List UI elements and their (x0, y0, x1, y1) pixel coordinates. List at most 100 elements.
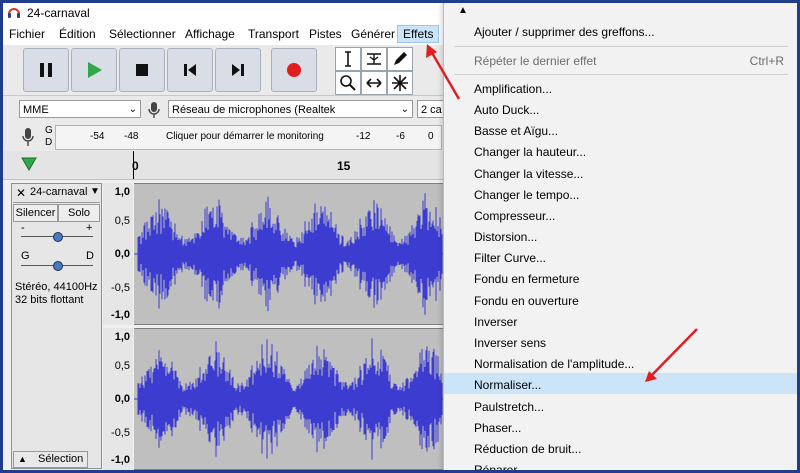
track-format-line1: Stéréo, 44100Hz (15, 281, 98, 293)
menu-item-repair[interactable]: Réparer (474, 463, 517, 470)
menu-generer[interactable]: Générer (351, 27, 395, 41)
scroll-up-arrow-icon[interactable]: ▲ (458, 5, 468, 16)
menu-separator (454, 46, 788, 47)
skip-start-icon (184, 64, 196, 76)
meter-tick: 0 (428, 131, 434, 142)
menu-item-compressor[interactable]: Compresseur... (474, 209, 555, 223)
pan-left-label: G (21, 250, 30, 262)
menu-bar: Fichier Édition Sélectionner Affichage T… (3, 23, 443, 45)
waveform-path (137, 338, 443, 460)
menu-transport[interactable]: Transport (248, 27, 299, 41)
scale-label: 1,0 (114, 186, 130, 198)
timeline-ruler[interactable]: 0 15 (3, 151, 443, 180)
app-window: 24-carnaval Fichier Édition Sélectionner… (0, 0, 800, 473)
recording-device-select[interactable]: Réseau de microphones (Realtek ⌄ (168, 100, 413, 118)
menu-item-change-pitch[interactable]: Changer la hauteur... (474, 145, 586, 159)
menu-item-auto-duck[interactable]: Auto Duck... (474, 103, 539, 117)
menu-item-amplification[interactable]: Amplification... (474, 82, 552, 96)
menu-effets[interactable]: Effets (397, 25, 440, 43)
amplitude-scale-right-channel[interactable]: 1,0 0,5 0,0 -0,5 -1,0 (103, 328, 133, 470)
scale-label: -1,0 (111, 309, 130, 321)
envelope-tool[interactable] (361, 47, 387, 71)
track-header: ✕ 24-carnaval ▼ (13, 185, 100, 203)
menu-item-invert[interactable]: Inverser (474, 315, 517, 329)
stop-button[interactable] (119, 48, 165, 92)
menu-item-change-tempo[interactable]: Changer le tempo... (474, 188, 579, 202)
meter-right-label: D (45, 137, 53, 148)
menu-item-loudness-normalization[interactable]: Normalisation de l'amplitude... (474, 357, 634, 371)
amplitude-scale-left-channel[interactable]: 1,0 0,5 0,0 -0,5 -1,0 (103, 183, 133, 325)
effects-dropdown-menu: ▲ Ajouter / supprimer des greffons... Ré… (443, 3, 797, 470)
recording-device-value: Réseau de microphones (Realtek (172, 104, 336, 116)
menu-edition[interactable]: Édition (59, 27, 96, 41)
scale-label: 0,5 (114, 215, 130, 227)
skip-end-button[interactable] (215, 48, 261, 92)
menu-item-fade-out[interactable]: Fondu en fermeture (474, 272, 579, 286)
track-format-line2: 32 bits flottant (15, 294, 84, 306)
ruler-tick: 15 (337, 159, 351, 173)
channels-value: 2 ca (421, 104, 442, 116)
track-control-panel: ✕ 24-carnaval ▼ Silencer Solo - + G D St… (11, 183, 102, 469)
collapse-arrow-icon: ▲ (18, 454, 27, 464)
menu-pistes[interactable]: Pistes (309, 27, 342, 41)
close-track-icon[interactable]: ✕ (16, 186, 26, 200)
meter-tick: -54 (90, 131, 105, 142)
double-arrow-icon (366, 78, 382, 88)
microphone-meter-icon (22, 128, 34, 146)
pause-button[interactable] (23, 48, 69, 92)
chevron-down-icon: ⌄ (400, 104, 409, 115)
i-beam-icon (345, 51, 351, 67)
selection-tool[interactable] (335, 47, 361, 71)
pan-slider[interactable] (53, 261, 63, 271)
menu-item-reverse[interactable]: Inverser sens (474, 336, 546, 350)
menu-item-bass-treble[interactable]: Basse et Aïgu... (474, 124, 558, 138)
record-button[interactable] (271, 48, 317, 92)
audio-host-select[interactable]: MME ⌄ (19, 100, 141, 118)
ruler-tick: 0 (132, 159, 139, 173)
draw-tool[interactable] (387, 47, 413, 71)
waveform-left-channel[interactable] (134, 183, 443, 325)
track-menu-arrow-icon[interactable]: ▼ (90, 186, 100, 197)
menu-item-change-speed[interactable]: Changer la vitesse... (474, 167, 583, 181)
skip-start-button[interactable] (167, 48, 213, 92)
play-button[interactable] (71, 48, 117, 92)
scale-label: -0,5 (111, 427, 130, 439)
menu-affichage[interactable]: Affichage (185, 27, 235, 41)
scale-label: 1,0 (114, 331, 130, 343)
gain-minus-label: - (21, 222, 25, 234)
recording-meter[interactable]: -54 -48 Cliquer pour démarrer le monitor… (55, 125, 442, 150)
menu-item-noise-reduction[interactable]: Réduction de bruit... (474, 442, 581, 456)
track-name[interactable]: 24-carnaval (30, 186, 87, 198)
menu-item-paulstretch[interactable]: Paulstretch... (474, 400, 544, 414)
tools-toolbar (333, 47, 417, 95)
zoom-icon (340, 75, 356, 91)
play-head-icon[interactable] (21, 157, 37, 171)
scale-label: 0,0 (114, 393, 130, 405)
menu-fichier[interactable]: Fichier (9, 27, 45, 41)
menu-item-distortion[interactable]: Distorsion... (474, 230, 537, 244)
gain-slider[interactable] (53, 232, 63, 242)
transport-toolbar (3, 45, 443, 96)
select-track-button[interactable]: ▲ Sélection (13, 451, 88, 468)
envelope-icon (367, 53, 381, 65)
menu-item-filter-curve[interactable]: Filter Curve... (474, 251, 546, 265)
meter-tick: -48 (124, 131, 139, 142)
waveform-right-channel[interactable] (134, 328, 443, 470)
zoom-tool[interactable] (335, 71, 361, 95)
asterisk-icon (392, 75, 408, 91)
menu-item-fade-in[interactable]: Fondu en ouverture (474, 294, 579, 308)
record-icon (287, 63, 301, 77)
menu-selectionner[interactable]: Sélectionner (109, 27, 176, 41)
audacity-icon (8, 8, 20, 18)
multi-tool[interactable] (387, 71, 413, 95)
menu-item-add-remove-plugins[interactable]: Ajouter / supprimer des greffons... (474, 25, 655, 39)
stop-icon (136, 64, 148, 76)
skip-end-icon (232, 64, 244, 76)
time-shift-tool[interactable] (361, 71, 387, 95)
menu-item-phaser[interactable]: Phaser... (474, 421, 521, 435)
meter-tick: -12 (356, 131, 371, 142)
mute-button[interactable]: Silencer (13, 204, 58, 222)
solo-button[interactable]: Solo (58, 204, 100, 222)
menu-item-normalize[interactable]: Normaliser... (474, 378, 541, 392)
meter-monitoring-prompt: Cliquer pour démarrer le monitoring (166, 131, 324, 142)
